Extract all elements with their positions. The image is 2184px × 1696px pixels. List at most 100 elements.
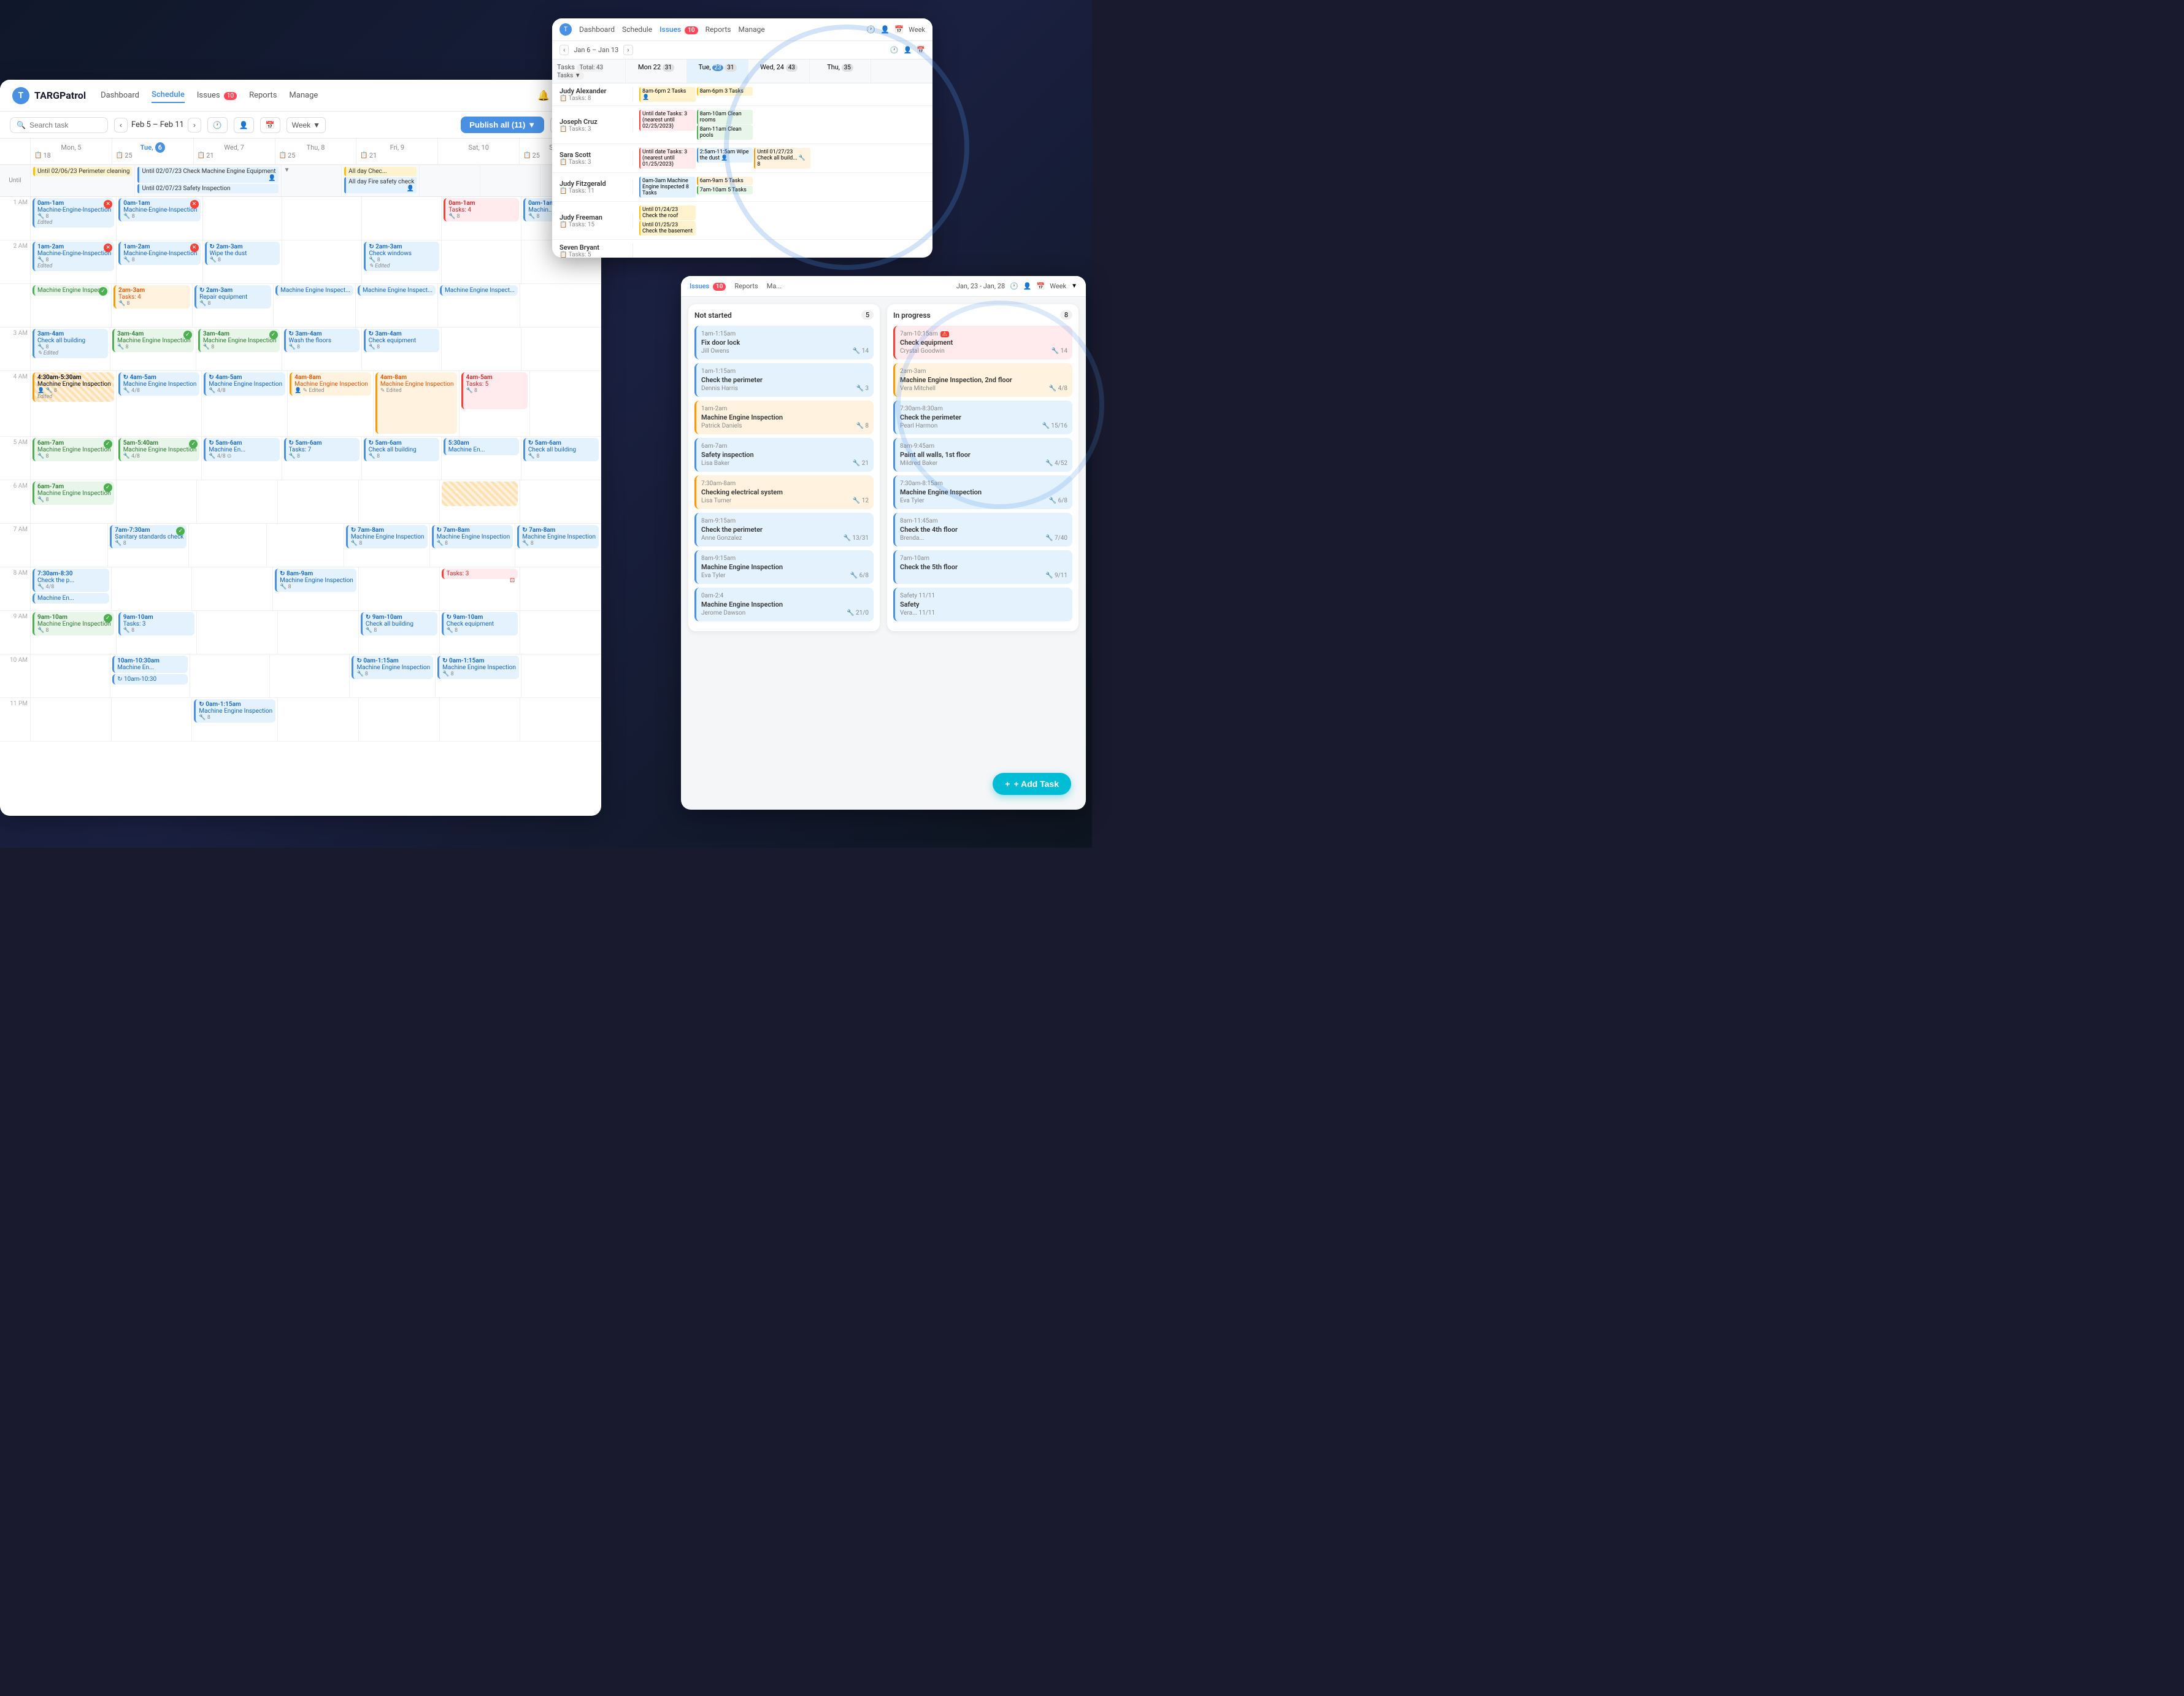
until-task[interactable]: All day Fire safety check 👤 — [344, 177, 417, 193]
task-block[interactable]: ↻ 7am-8am Machine Engine Inspection 🔧 8 — [432, 525, 513, 548]
task-block[interactable]: 9am-10am Tasks: 3 🔧 8 — [118, 612, 195, 635]
task-cell[interactable]: Until 01/25/23 Check the basement — [639, 221, 696, 236]
nav-manage[interactable]: Manage — [289, 88, 318, 102]
task-block[interactable]: ✓ 3am-4am Machine Engine Inspection 🔧 8 — [198, 329, 280, 352]
task-block[interactable]: 0am-1am Tasks: 4 🔧 8 — [444, 198, 519, 221]
task-block[interactable]: Machine Engine Inspect... — [275, 285, 353, 296]
prev-week-button[interactable]: ‹ — [114, 118, 128, 132]
nav-dashboard[interactable]: Dashboard — [101, 88, 139, 102]
task-block[interactable]: ↻ 8am-9am Machine Engine Inspection 🔧 8 — [275, 569, 356, 592]
next-btn-small[interactable]: › — [623, 45, 633, 55]
until-task[interactable]: Until 02/07/23 Check Machine Engine Equi… — [137, 167, 278, 183]
kanban-card[interactable]: 2am-3am Machine Engine Inspection, 2nd f… — [893, 363, 1072, 397]
nav-schedule[interactable]: Schedule — [152, 88, 185, 103]
task-cell[interactable]: Until 01/24/23 Check the roof — [639, 205, 696, 220]
nav-issues[interactable]: Issues 10 — [197, 88, 237, 102]
expand-toggle[interactable]: ▼ — [284, 167, 339, 174]
until-task[interactable]: Until 02/06/23 Perimeter cleaning — [33, 167, 132, 176]
task-block[interactable]: ↻ 0am-1:15am Machine Engine Inspection 🔧… — [352, 656, 433, 679]
kanban-card[interactable]: 8am-11:45am Check the 4th floor Brenda..… — [893, 513, 1072, 547]
task-block[interactable]: ↻ 9am-10am Check equipment 🔧 8 — [442, 612, 518, 635]
small-nav-manage[interactable]: Manage — [738, 25, 764, 34]
prev-btn-small[interactable]: ‹ — [559, 45, 569, 55]
kanban-card[interactable]: 8am-9:15am Machine Engine Inspection Eva… — [694, 550, 874, 584]
task-block[interactable]: ↻ 5am-6am Machine En... 🔧 4/8 ⊙ — [204, 438, 279, 461]
kanban-card[interactable]: 1am-1:15am Check the perimeter Dennis Ha… — [694, 363, 874, 397]
kanban-card[interactable]: 8am-9:15am Check the perimeter Anne Gonz… — [694, 513, 874, 547]
task-block[interactable]: ↻ 10am-10:30 — [112, 674, 188, 685]
task-block[interactable]: ✕ 0am-1am Machine-Engine-Inspection 🔧 8 — [118, 198, 200, 221]
kanban-nav-issues[interactable]: Issues 10 — [690, 282, 726, 290]
task-block[interactable]: ✓ 6am-7am Machine Engine Inspection 🔧 8 — [33, 438, 114, 461]
task-block[interactable]: 10am-10:30am Machine En... — [112, 656, 188, 673]
search-input[interactable] — [29, 121, 97, 129]
kanban-card[interactable]: 1am-2am Machine Engine Inspection Patric… — [694, 401, 874, 434]
kanban-card[interactable]: 6am-7am Safety inspection Lisa Baker 🔧 2… — [694, 438, 874, 472]
task-block[interactable]: ↻ 3am-4am Check equipment 🔧 8 — [364, 329, 439, 352]
task-cell[interactable]: 8am-6pm 3 Tasks — [697, 87, 753, 96]
kanban-card[interactable]: 8am-9:45am Paint all walls, 1st floor Mi… — [893, 438, 1072, 472]
small-nav-reports[interactable]: Reports — [706, 25, 731, 34]
task-cell[interactable]: 8am-11am Clean pools — [697, 125, 753, 140]
task-block[interactable]: ✓ 6am-7am Machine Engine Inspection 🔧 8 — [33, 482, 114, 505]
task-block[interactable]: ✓ Machine Engine Inspec... — [33, 285, 109, 296]
task-cell[interactable]: Until date Tasks: 3 (nearest until 01/25… — [639, 148, 696, 169]
kanban-nav-reports[interactable]: Reports — [734, 282, 758, 290]
task-block[interactable]: ↻ 7am-8am Machine Engine Inspection 🔧 8 — [346, 525, 428, 548]
kanban-card[interactable]: 7am-10am Check the 5th floor 🔧 9/11 — [893, 550, 1072, 584]
task-block[interactable]: 4am-8am Machine Engine Inspection 👤 ✎ Ed… — [290, 372, 371, 396]
kanban-card[interactable]: 7am-10:15am ⚠ Check equipment Crystal Go… — [893, 326, 1072, 359]
until-task[interactable]: All day Chec... — [344, 167, 417, 176]
notification-icon[interactable]: 🔔 — [537, 90, 550, 101]
task-block[interactable]: 5:30am Machine En... — [444, 438, 519, 455]
task-block[interactable]: Machine Engine Inspect... — [440, 285, 518, 296]
until-task[interactable]: Until 02/07/23 Safety Inspection — [137, 184, 278, 193]
person-view-button[interactable]: 👤 — [234, 117, 254, 133]
task-block[interactable]: ↻ 2am-3am Wipe the dust 🔧 8 — [205, 242, 280, 265]
task-cell[interactable]: Until date Tasks: 3 (nearest until 02/25… — [639, 110, 696, 131]
task-block[interactable]: Machine En... — [33, 593, 109, 604]
task-block[interactable]: ↻ 0am-1:15am Machine Engine Inspection 🔧… — [437, 656, 519, 679]
task-cell[interactable]: Until 01/27/23 Check all build... 🔧 8 — [754, 148, 810, 169]
kanban-card[interactable]: 0am-2:4 Machine Engine Inspection Jerome… — [694, 588, 874, 621]
task-cell[interactable]: 6am-9am 5 Tasks — [697, 177, 753, 185]
add-task-button[interactable]: + + Add Task — [993, 773, 1071, 795]
task-block[interactable]: 7:30am-8:30 Check the p... 🔧 4/8 — [33, 569, 109, 592]
task-block[interactable]: ↻ 5am-6am Check all building 🔧 8 — [523, 438, 599, 461]
task-block[interactable]: ↻ 7am-8am Machine Engine Inspection 🔧 8 — [517, 525, 599, 548]
small-nav-issues[interactable]: Issues 10 — [659, 25, 698, 34]
task-block[interactable]: ✓ 5am-5:40am Machine Engine Inspection 🔧… — [118, 438, 200, 461]
publish-button[interactable]: Publish all (11) ▼ — [461, 117, 544, 133]
kanban-card[interactable]: 7:30am-8am Checking electrical system Li… — [694, 475, 874, 509]
task-block[interactable]: ↻ 0am-1:15am Machine Engine Inspection 🔧… — [194, 699, 275, 723]
kanban-card[interactable]: 7:30am-8:15am Machine Engine Inspection … — [893, 475, 1072, 509]
small-nav-schedule[interactable]: Schedule — [622, 25, 652, 34]
task-block[interactable]: ↻ 9am-10am Check all building 🔧 8 — [361, 612, 437, 635]
task-cell[interactable]: 0am-3am Machine Engine Inspected 8 Tasks — [639, 177, 696, 198]
task-block[interactable]: Tasks: 3 ⊡ — [442, 569, 518, 579]
task-block[interactable]: 3am-4am Check all building 🔧 8 ✎ Edited — [33, 329, 108, 358]
task-block[interactable]: 4am-5am Tasks: 5 🔧 8 — [461, 372, 528, 409]
task-block[interactable]: ↻ 2am-3am Repair equipment 🔧 8 — [194, 285, 271, 309]
task-block[interactable]: 4:30am-5:30am Machine Engine Inspection … — [33, 372, 114, 402]
task-block[interactable]: ↻ 3am-4am Wash the floors 🔧 8 — [284, 329, 360, 352]
task-block[interactable]: ↻ 5am-6am Check all building 🔧 8 — [364, 438, 439, 461]
kanban-card[interactable]: 7:30am-8:30am Check the perimeter Pearl … — [893, 401, 1072, 434]
task-block[interactable]: Machine Engine Inspect... — [358, 285, 436, 296]
task-block[interactable]: ✕ 1am-2am Machine-Engine-Inspection 🔧 8 — [118, 242, 200, 265]
task-cell[interactable]: 8am-10am Clean rooms — [697, 110, 753, 125]
task-cell[interactable]: 8am-6pm 2 Tasks 👤 — [639, 87, 696, 102]
task-block[interactable]: ✓ 7am-7:30am Sanitary standards check 🔧 … — [110, 525, 186, 548]
kanban-nav-manage[interactable]: Ma... — [767, 282, 782, 290]
task-block[interactable]: ✓ 3am-4am Machine Engine Inspection 🔧 8 — [112, 329, 194, 352]
task-block[interactable]: ↻ 5am-6am Tasks: 7 🔧 8 — [284, 438, 360, 461]
task-block[interactable]: ✕ 0am-1am Machine-Engine-Inspection 🔧 8 … — [33, 198, 114, 228]
task-block[interactable]: 2am-3am Tasks: 4 🔧 8 — [113, 285, 190, 309]
calendar-view-button[interactable]: 📅 — [260, 117, 280, 133]
kanban-card[interactable]: 1am-1:15am Fix door lock Jill Owens 🔧 14 — [694, 326, 874, 359]
kanban-card[interactable]: Safety 11/11 Safety Vera... 11/11 — [893, 588, 1072, 621]
task-block[interactable]: ✓ 9am-10am Machine Engine Inspection 🔧 8 — [33, 612, 114, 635]
week-selector[interactable]: Week ▼ — [286, 117, 326, 133]
next-week-button[interactable]: › — [188, 118, 201, 132]
task-block[interactable]: 4am-8am Machine Engine Inspection ✎ Edit… — [375, 372, 457, 434]
